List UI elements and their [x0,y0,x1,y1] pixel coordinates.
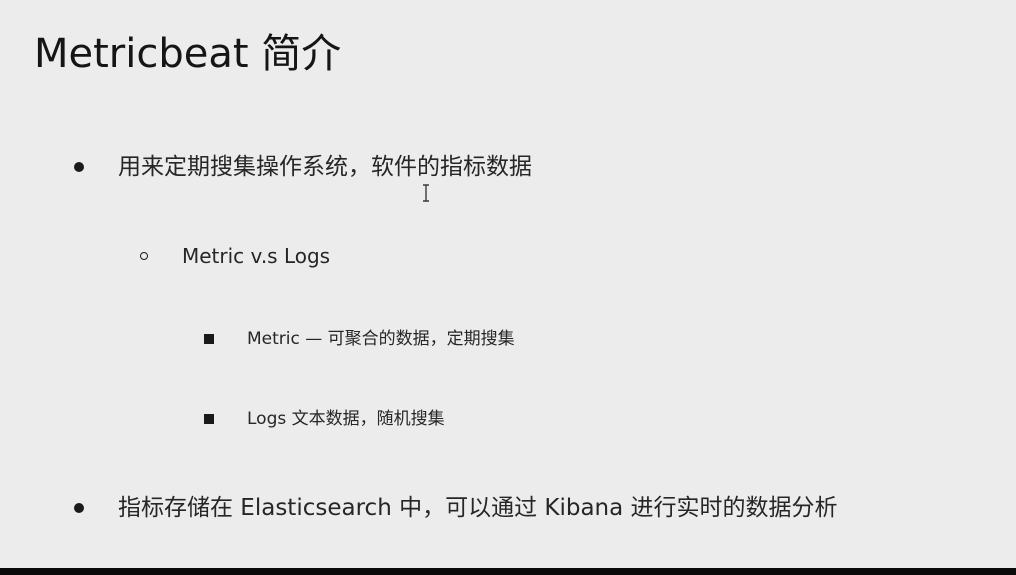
bottom-border [0,568,1016,575]
slide: Metricbeat 简介 用来定期搜集操作系统，软件的指标数据 Metric … [0,0,1016,568]
bullet-item-3: Metric — 可聚合的数据，定期搜集 [204,328,564,350]
circle-bullet-icon [140,252,148,260]
bullet-item-5: 指标存储在 Elasticsearch 中，可以通过 Kibana 进行实时的数… [74,493,974,523]
bullet-text-1: 用来定期搜集操作系统，软件的指标数据 [118,154,532,180]
bullet-text-5: 指标存储在 Elasticsearch 中，可以通过 Kibana 进行实时的数… [118,495,838,521]
bullet-text-2: Metric v.s Logs [182,244,331,268]
text-cursor-icon [423,184,429,202]
disc-bullet-icon [74,503,84,513]
bullet-item-4: Logs 文本数据，随机搜集 [204,408,504,430]
slide-title: Metricbeat 简介 [34,31,342,77]
square-bullet-icon [204,334,214,344]
square-bullet-icon [204,414,214,424]
disc-bullet-icon [74,162,84,172]
bullet-item-1: 用来定期搜集操作系统，软件的指标数据 [74,152,634,182]
bullet-text-3: Metric — 可聚合的数据，定期搜集 [247,329,515,349]
bullet-item-2: Metric v.s Logs [140,243,400,269]
bullet-text-4: Logs 文本数据，随机搜集 [247,409,445,429]
